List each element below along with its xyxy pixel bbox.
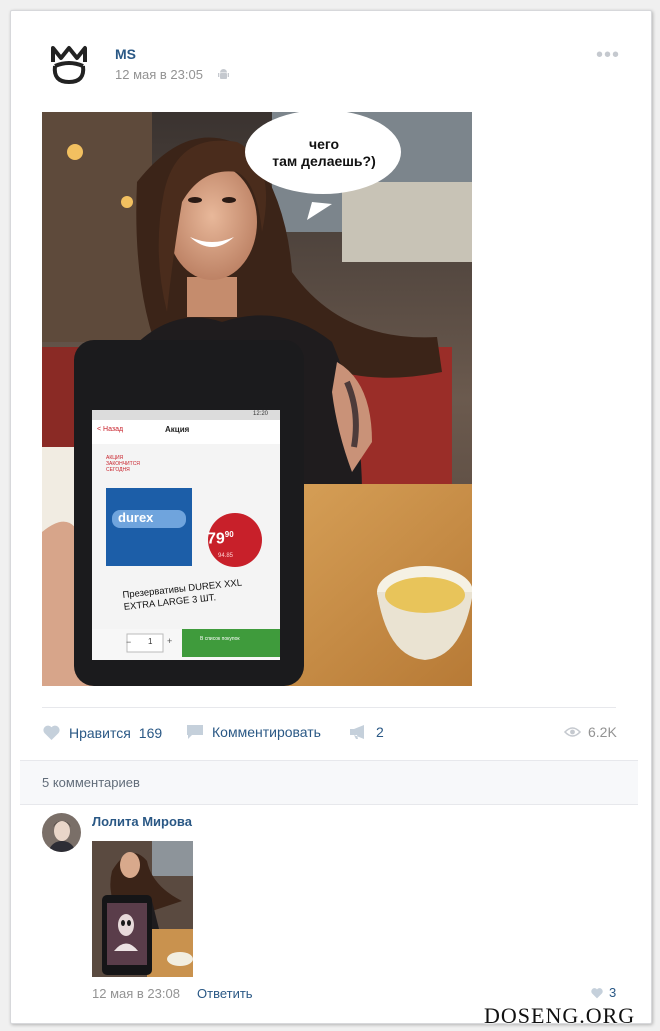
like-button[interactable]: Нравится 169 <box>42 724 162 741</box>
comment-author[interactable]: Лолита Мирова <box>92 814 192 829</box>
actions-divider <box>42 707 616 708</box>
comment-reply-link[interactable]: Ответить <box>197 986 253 1001</box>
comment-button[interactable]: Комментировать <box>186 724 321 740</box>
durex-brand: durex <box>118 510 154 525</box>
phone-screen-title: Акция <box>165 425 190 434</box>
views-count: 6.2K <box>588 724 617 740</box>
comment-like-count: 3 <box>609 985 617 1000</box>
post-author[interactable]: MS <box>115 46 136 62</box>
price-main: 79 <box>207 530 225 548</box>
commenter-avatar[interactable] <box>42 813 81 852</box>
like-label: Нравится <box>69 724 131 741</box>
price-old: 94.85 <box>218 553 234 559</box>
qty-plus: + <box>167 636 173 646</box>
qty-minus: − <box>126 637 132 647</box>
share-button[interactable]: 2 <box>349 724 384 740</box>
speech-bubble-line1: чего <box>308 136 340 152</box>
more-options-icon[interactable]: ••• <box>596 45 620 65</box>
views-counter: 6.2K <box>564 724 617 740</box>
author-logo[interactable] <box>49 42 89 84</box>
heart-icon <box>43 725 60 741</box>
price-tag: 7990 <box>207 530 234 548</box>
like-count: 169 <box>138 724 163 741</box>
heart-icon <box>591 987 603 998</box>
post-date[interactable]: 12 мая в 23:05 <box>115 67 203 82</box>
add-to-list-button: В список покупок <box>200 636 240 642</box>
comment-icon <box>187 725 203 739</box>
qty-value: 1 <box>148 637 153 646</box>
comment-label: Комментировать <box>212 724 321 740</box>
comment-date[interactable]: 12 мая в 23:08 <box>92 986 180 1001</box>
phone-promo-text: АКЦИЯ ЗАКОНЧИТСЯ СЕГОДНЯ <box>106 455 140 473</box>
share-count: 2 <box>376 724 384 740</box>
comments-header: 5 комментариев <box>20 760 638 805</box>
price-cents: 90 <box>224 530 234 539</box>
megaphone-icon <box>350 725 364 739</box>
comment-photo[interactable] <box>92 841 193 977</box>
eye-icon <box>564 727 581 737</box>
comment-like-button[interactable]: 3 <box>590 985 616 1000</box>
phone-back-link: < Назад <box>97 426 124 433</box>
phone-time: 12:20 <box>253 411 269 417</box>
android-icon <box>218 69 229 79</box>
watermark: DOSENG.ORG <box>484 1003 636 1028</box>
speech-bubble-text: чего там делаешь?) <box>243 136 405 170</box>
speech-bubble-line2: там делаешь?) <box>272 153 376 169</box>
comments-count[interactable]: 5 комментариев <box>42 775 140 790</box>
